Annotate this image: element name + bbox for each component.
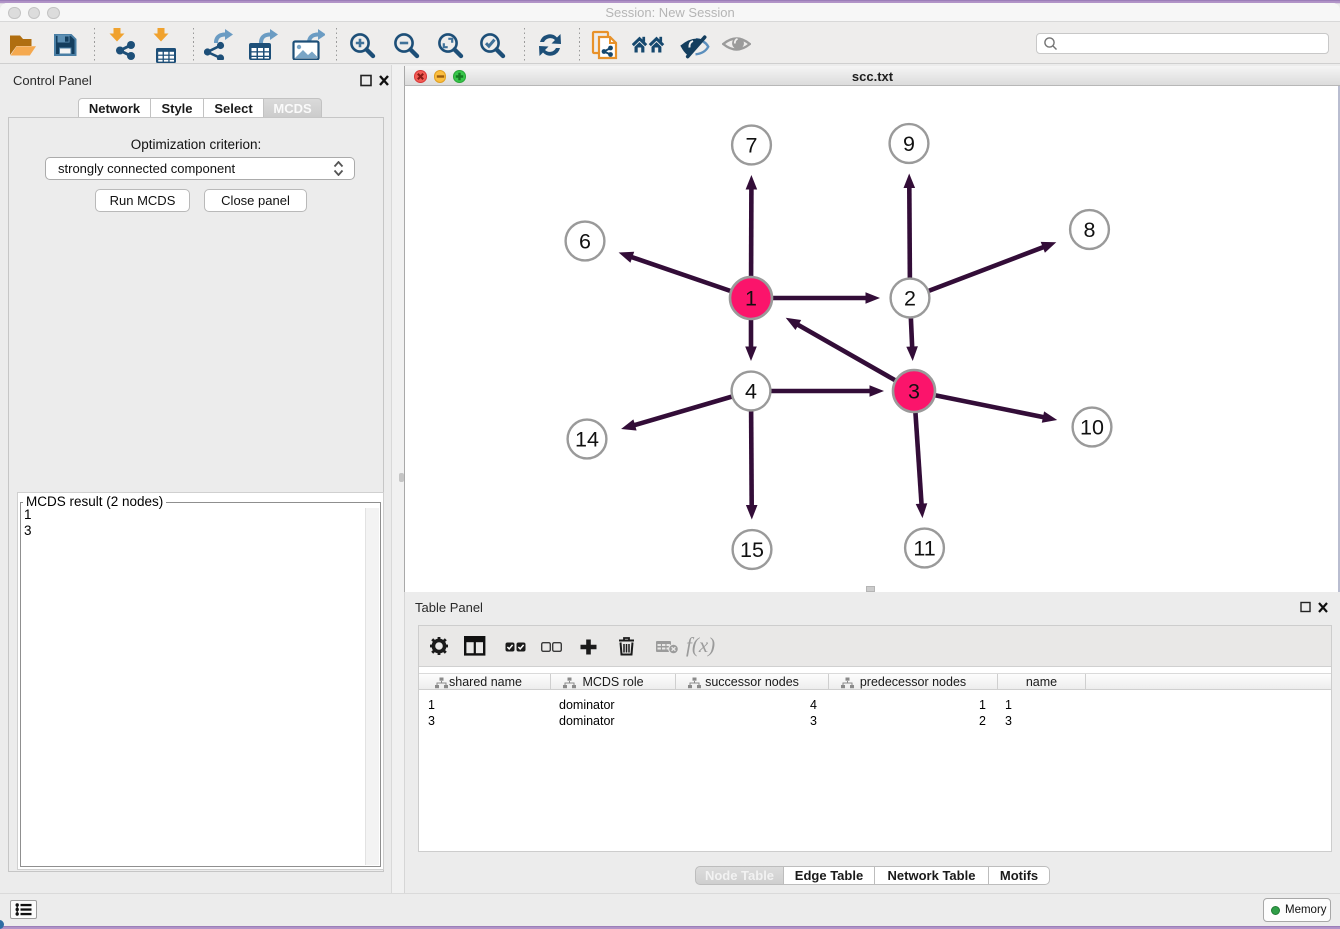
svg-text:6: 6 (579, 230, 591, 254)
svg-text:8: 8 (1084, 218, 1096, 242)
svg-text:4: 4 (745, 380, 757, 404)
svg-text:2: 2 (904, 287, 916, 311)
svg-text:10: 10 (1080, 416, 1104, 440)
svg-text:7: 7 (746, 134, 758, 158)
svg-text:14: 14 (575, 428, 599, 452)
svg-text:15: 15 (740, 538, 764, 562)
svg-text:11: 11 (913, 537, 935, 561)
svg-text:9: 9 (903, 132, 915, 156)
svg-text:1: 1 (745, 287, 757, 311)
svg-text:3: 3 (908, 380, 920, 404)
